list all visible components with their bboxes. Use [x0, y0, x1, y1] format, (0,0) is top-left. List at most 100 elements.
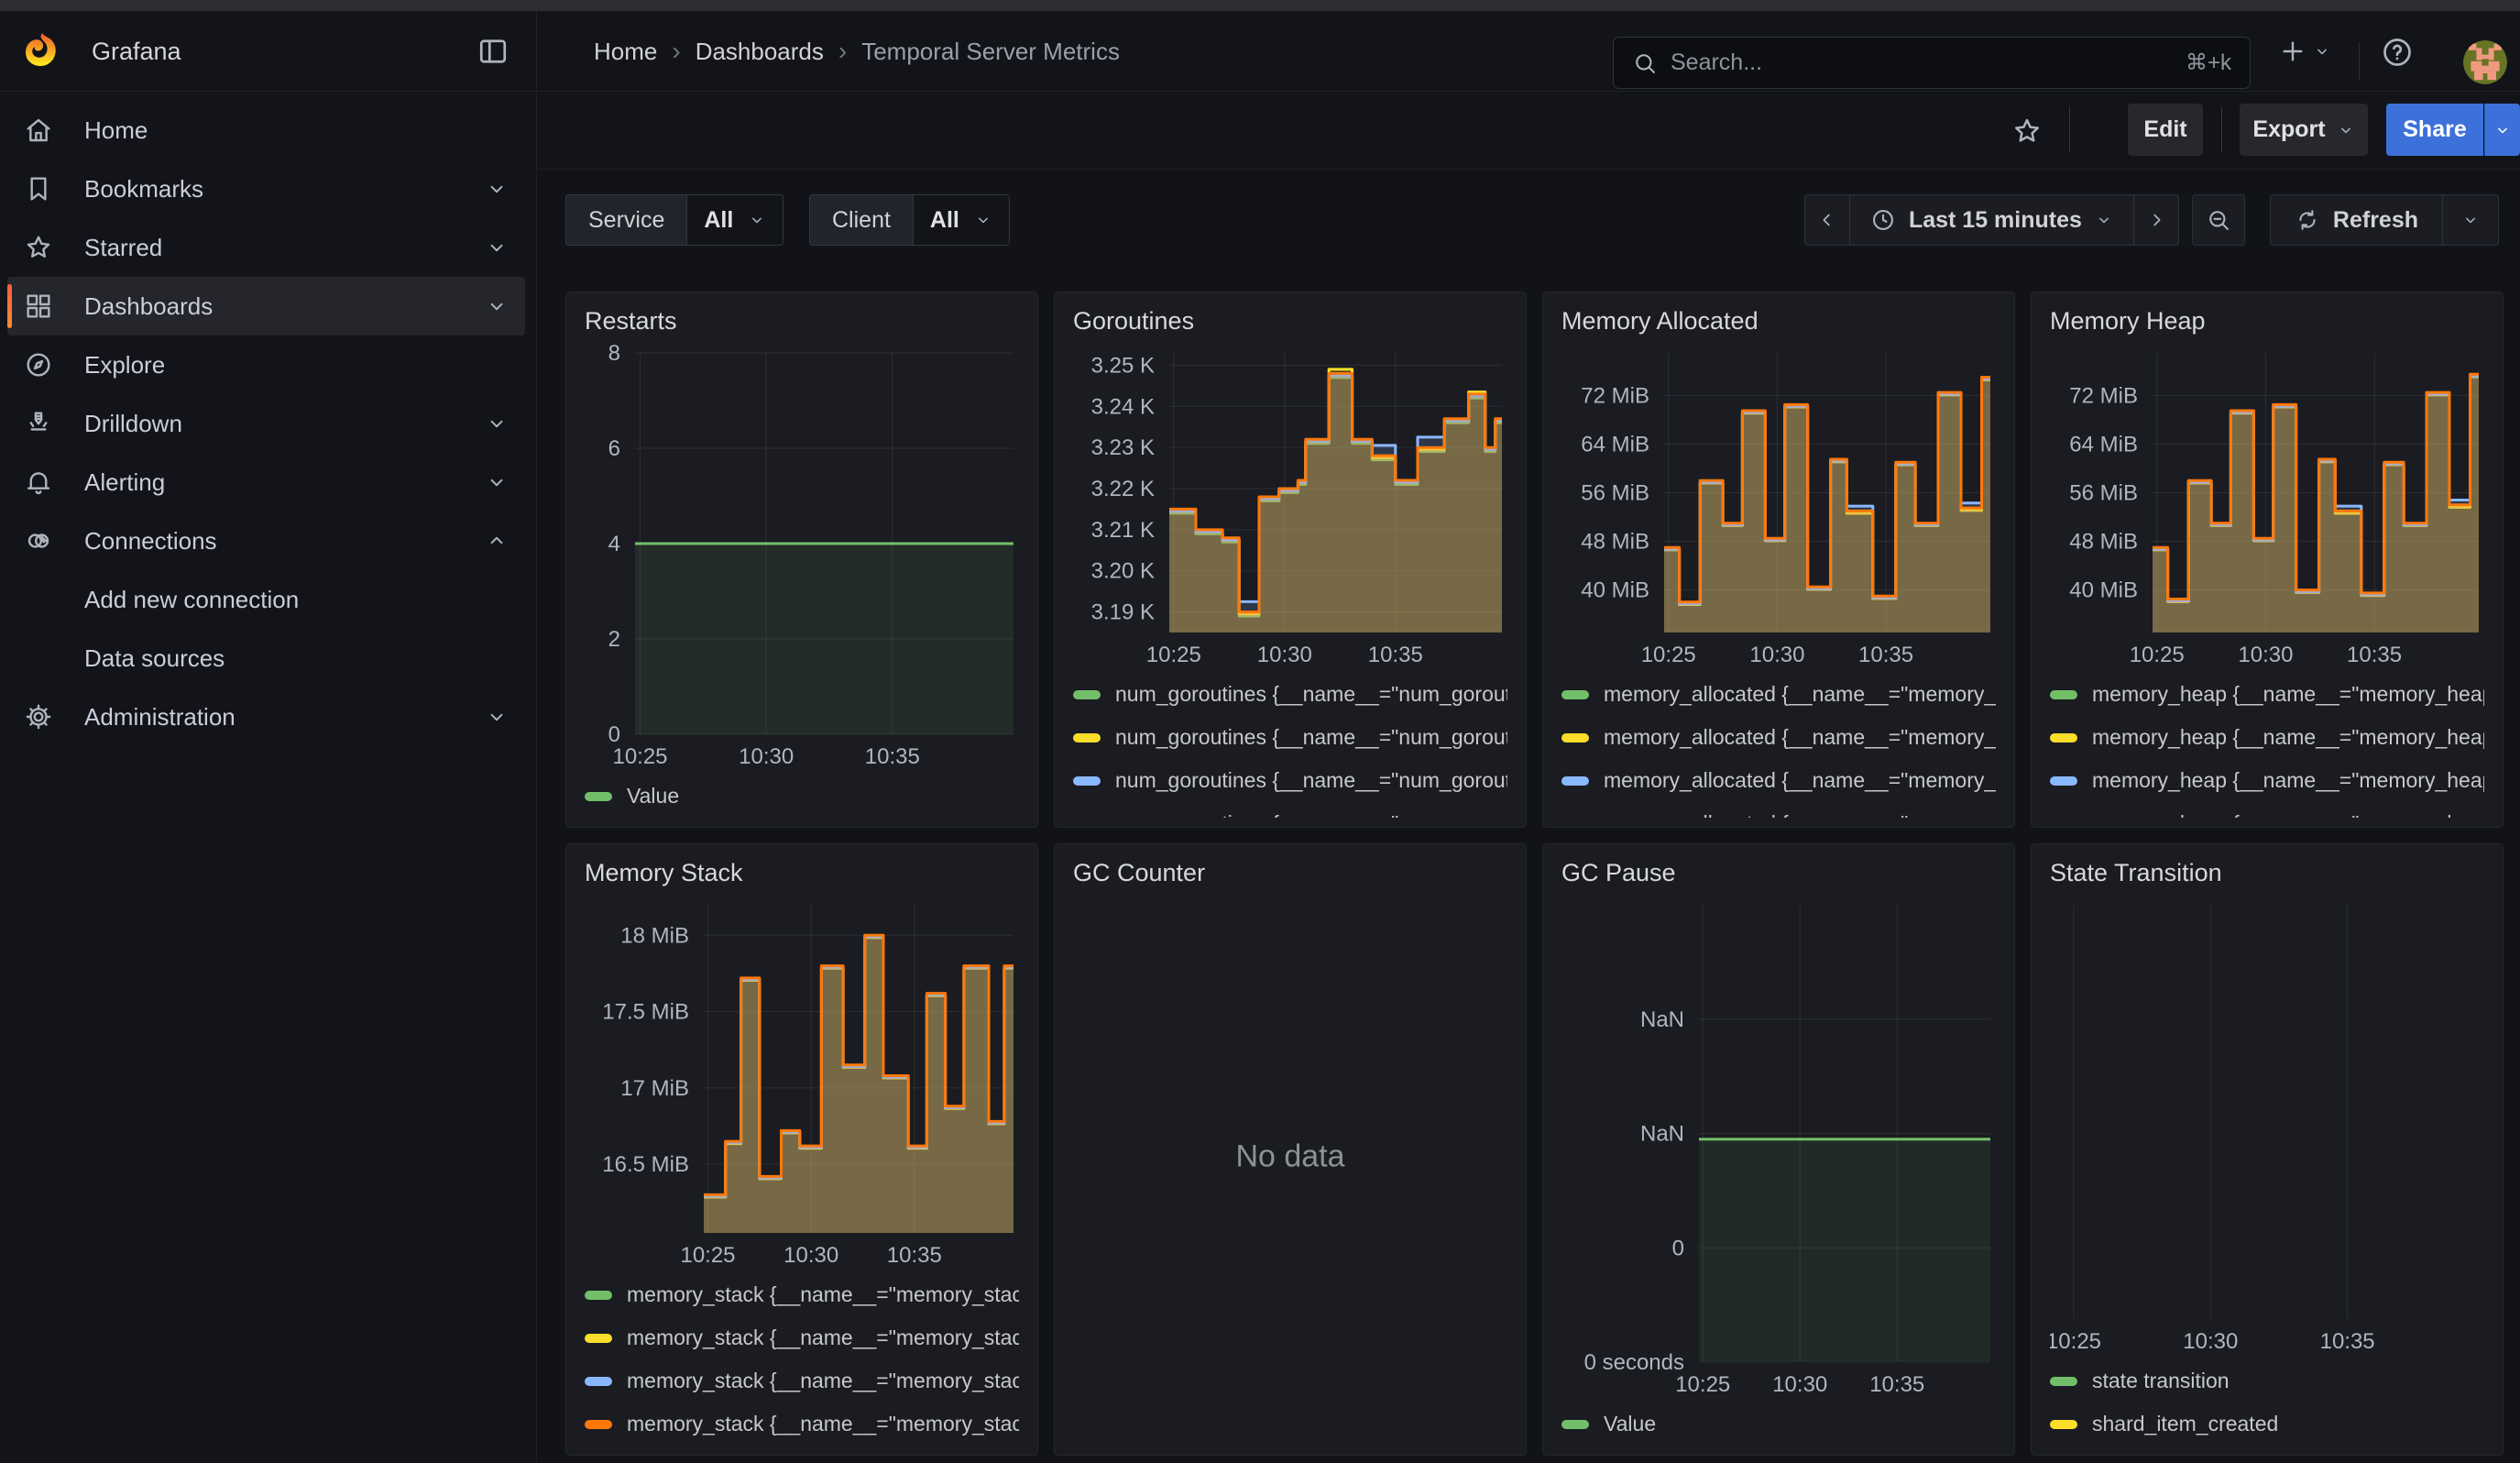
panel-title[interactable]: GC Pause	[1561, 859, 1996, 896]
zoom-out-button[interactable]	[2192, 194, 2245, 246]
legend-item[interactable]: num_goroutines {__name__="num_goroutines…	[1073, 716, 1507, 759]
legend-item[interactable]: memory_heap {__name__="memory_heap", ins…	[2050, 759, 2484, 802]
legend-item[interactable]: memory_allocated {__name__="memory_alloc…	[1561, 802, 1996, 818]
legend-item[interactable]: state transition	[2050, 1359, 2484, 1402]
sidebar-item-add-new-connection[interactable]: Add new connection	[7, 570, 525, 629]
sidebar-item-label: Bookmarks	[84, 175, 203, 204]
sidebar-item-label: Add new connection	[84, 586, 299, 614]
legend-item[interactable]: memory_stack {__name__="memory_stack", i…	[585, 1316, 1019, 1359]
panel-title[interactable]: GC Counter	[1073, 859, 1507, 896]
svg-text:10:25: 10:25	[1641, 643, 1696, 667]
chevron-down-icon[interactable]	[485, 705, 509, 729]
legend-item[interactable]: memory_stack {__name__="memory_stack", i…	[585, 1273, 1019, 1316]
chevron-down-icon[interactable]	[485, 470, 509, 494]
panel-chart[interactable]: 16.5 MiB17 MiB17.5 MiB18 MiB10:2510:3010…	[585, 896, 1019, 1270]
service-variable-select[interactable]: All	[686, 195, 783, 245]
panel-chart[interactable]: 40 MiB48 MiB56 MiB64 MiB72 MiB10:2510:30…	[2050, 344, 2484, 669]
time-shift-forward-button[interactable]	[2133, 194, 2179, 246]
sidebar-item-home[interactable]: Home	[7, 101, 525, 160]
legend-item[interactable]: memory_heap {__name__="memory_heap", ins…	[2050, 673, 2484, 716]
legend-label: memory_allocated {__name__="memory_alloc…	[1604, 725, 1996, 750]
panel-legend: state transitionshard_item_created	[2050, 1356, 2484, 1446]
chevron-down-icon[interactable]	[485, 294, 509, 318]
legend-item[interactable]: num_goroutines {__name__="num_goroutines…	[1073, 802, 1507, 818]
sidebar-toggle-icon[interactable]	[477, 35, 509, 68]
panel-chart[interactable]: NaNNaN00 seconds10:2510:3010:35	[1561, 896, 1996, 1399]
svg-text:10:25: 10:25	[680, 1243, 735, 1268]
search-input[interactable]: Search... ⌘+k	[1613, 37, 2251, 89]
legend-item[interactable]: memory_heap {__name__="memory_heap", ins…	[2050, 716, 2484, 759]
svg-text:3.24 K: 3.24 K	[1091, 394, 1155, 419]
sidebar-item-bookmarks[interactable]: Bookmarks	[7, 160, 525, 218]
panel-chart[interactable]: 40 MiB48 MiB56 MiB64 MiB72 MiB10:2510:30…	[1561, 344, 1996, 669]
legend-item[interactable]: memory_allocated {__name__="memory_alloc…	[1561, 673, 1996, 716]
sidebar-item-explore[interactable]: Explore	[7, 336, 525, 394]
edit-button[interactable]: Edit	[2128, 104, 2203, 156]
share-button[interactable]: Share	[2386, 104, 2483, 156]
chevron-down-icon[interactable]	[485, 412, 509, 435]
sidebar-item-connections[interactable]: Connections	[7, 512, 525, 570]
svg-text:10:30: 10:30	[1772, 1372, 1827, 1397]
legend-swatch	[1561, 776, 1589, 786]
legend-item[interactable]: memory_allocated {__name__="memory_alloc…	[1561, 716, 1996, 759]
time-range-picker[interactable]: Last 15 minutes	[1850, 194, 2133, 246]
legend-item[interactable]: shard_item_created	[2050, 1402, 2484, 1446]
dashboard-toolbar	[537, 92, 2520, 170]
panel-memory-heap: Memory Heap 40 MiB48 MiB56 MiB64 MiB72 M…	[2031, 292, 2504, 828]
svg-text:10:35: 10:35	[2347, 643, 2402, 667]
legend-item[interactable]: Value	[585, 775, 1019, 818]
panel-title[interactable]: Restarts	[585, 307, 1019, 344]
client-variable-label: Client	[810, 195, 913, 245]
export-button[interactable]: Export	[2240, 104, 2368, 156]
panel-title[interactable]: Goroutines	[1073, 307, 1507, 344]
legend-item[interactable]: memory_stack {__name__="memory_stack", i…	[585, 1402, 1019, 1446]
legend-label: memory_allocated {__name__="memory_alloc…	[1604, 811, 1996, 818]
refresh-button[interactable]: Refresh	[2270, 194, 2443, 246]
service-variable-label: Service	[566, 195, 686, 245]
plus-icon	[2278, 37, 2307, 66]
panel-chart[interactable]: 0246810:2510:3010:35	[585, 344, 1019, 771]
panel-chart[interactable]: 3.19 K3.20 K3.21 K3.22 K3.23 K3.24 K3.25…	[1073, 344, 1507, 669]
chevron-up-icon[interactable]	[485, 529, 509, 553]
favorite-star-icon[interactable]	[2011, 116, 2043, 147]
panel-chart[interactable]: 10:2510:3010:35	[2050, 896, 2484, 1356]
panel-legend: Value	[1561, 1399, 1996, 1446]
chevron-down-icon	[2337, 121, 2355, 139]
sidebar-item-data-sources[interactable]: Data sources	[7, 629, 525, 688]
chevron-down-icon[interactable]	[485, 236, 509, 259]
chevron-down-icon[interactable]	[485, 177, 509, 201]
panel-legend: memory_heap {__name__="memory_heap", ins…	[2050, 669, 2484, 818]
time-shift-back-button[interactable]	[1804, 194, 1850, 246]
sidebar-item-drilldown[interactable]: Drilldown	[7, 394, 525, 453]
gear-icon	[24, 702, 53, 732]
sidebar-item-alerting[interactable]: Alerting	[7, 453, 525, 512]
client-variable-select[interactable]: All	[913, 195, 1009, 245]
share-options-button[interactable]	[2484, 104, 2520, 156]
svg-text:10:30: 10:30	[783, 1243, 838, 1268]
user-avatar[interactable]	[2463, 40, 2507, 84]
legend-label: memory_allocated {__name__="memory_alloc…	[1604, 768, 1996, 793]
panel-title[interactable]: Memory Allocated	[1561, 307, 1996, 344]
chevron-down-icon	[748, 211, 766, 229]
sidebar-item-dashboards[interactable]: Dashboards	[7, 277, 525, 336]
breadcrumb-dashboards[interactable]: Dashboards	[696, 38, 824, 66]
legend-item[interactable]: num_goroutines {__name__="num_goroutines…	[1073, 673, 1507, 716]
sidebar-item-starred[interactable]: Starred	[7, 218, 525, 277]
panel-legend: memory_allocated {__name__="memory_alloc…	[1561, 669, 1996, 818]
panel-title[interactable]: Memory Stack	[585, 859, 1019, 896]
breadcrumb-home[interactable]: Home	[594, 38, 657, 66]
refresh-interval-button[interactable]	[2442, 194, 2499, 246]
add-new-button[interactable]	[2278, 35, 2344, 68]
help-icon[interactable]	[2381, 36, 2414, 69]
toolbar-divider	[2069, 106, 2070, 152]
panel-title[interactable]: Memory Heap	[2050, 307, 2484, 344]
legend-item[interactable]: memory_stack {__name__="memory_stack", i…	[585, 1359, 1019, 1402]
breadcrumb: Home › Dashboards › Temporal Server Metr…	[594, 11, 1120, 92]
legend-item[interactable]: memory_allocated {__name__="memory_alloc…	[1561, 759, 1996, 802]
breadcrumb-current: Temporal Server Metrics	[861, 38, 1120, 66]
legend-item[interactable]: memory_heap {__name__="memory_heap", ins…	[2050, 802, 2484, 818]
sidebar-item-administration[interactable]: Administration	[7, 688, 525, 746]
legend-item[interactable]: num_goroutines {__name__="num_goroutines…	[1073, 759, 1507, 802]
panel-title[interactable]: State Transition	[2050, 859, 2484, 896]
legend-item[interactable]: Value	[1561, 1402, 1996, 1446]
